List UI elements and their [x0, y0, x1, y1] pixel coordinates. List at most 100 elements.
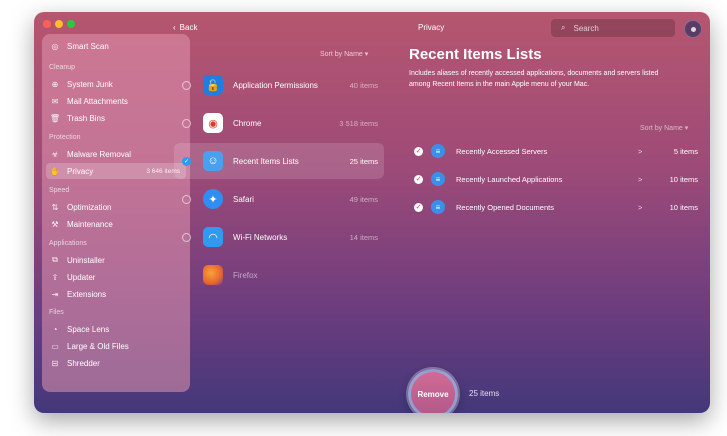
sidebar-item-label: Malware Removal: [67, 149, 132, 159]
search-placeholder: Search: [573, 23, 599, 33]
detail-row-recently-opened-documents[interactable]: ✓ ≡ Recently Opened Documents > 10 items: [414, 199, 698, 215]
sidebar-item-updater[interactable]: ⇪ Updater: [42, 269, 190, 285]
app-count: 25 items: [349, 156, 378, 166]
sidebar-item-trash-bins[interactable]: 🗑 Trash Bins: [42, 110, 190, 126]
sidebar-item-malware-removal[interactable]: ☣ Malware Removal: [42, 146, 190, 162]
list-item-recent-items-lists[interactable]: ✓ ☺ Recent Items Lists 25 items: [174, 143, 384, 179]
sort-by-name-dropdown[interactable]: Sort by Name ▾: [320, 50, 368, 58]
assistant-avatar[interactable]: [684, 20, 702, 38]
search-icon: ⌕: [561, 23, 566, 32]
system-junk-icon: ⊕: [51, 79, 59, 89]
trash-icon: 🗑: [49, 113, 61, 123]
app-count: 40 items: [349, 80, 378, 90]
checkmark-icon[interactable]: ✓: [414, 202, 423, 212]
uninstaller-icon: ⧉: [52, 255, 58, 264]
back-button[interactable]: ‹ Back: [173, 23, 197, 32]
sidebar-item-space-lens[interactable]: ◔ Space Lens: [42, 321, 190, 337]
detail-sort-dropdown[interactable]: Sort by Name ▾: [640, 124, 688, 132]
list-item-safari[interactable]: ✦ Safari 49 items: [174, 181, 384, 217]
detail-row-recently-accessed-servers[interactable]: ✓ ≡ Recently Accessed Servers > 5 items: [414, 143, 698, 159]
app-count: 3 518 items: [339, 118, 378, 128]
sidebar-item-label: Space Lens: [67, 324, 110, 334]
sidebar-item-label: Smart Scan: [67, 41, 109, 51]
sidebar-item-maintenance[interactable]: ⚒ Maintenance: [42, 216, 190, 232]
sidebar-item-optimization[interactable]: ⇅ Optimization: [42, 199, 190, 215]
sidebar-item-uninstaller[interactable]: ⧉ Uninstaller: [42, 252, 190, 268]
sidebar-section-protection: Protection: [49, 134, 81, 141]
sidebar-section-applications: Applications: [49, 240, 87, 247]
shredder-icon: ⊟: [51, 358, 59, 368]
chevron-right-icon[interactable]: >: [638, 147, 658, 156]
sidebar-item-smart-scan[interactable]: ◎ Smart Scan: [42, 38, 190, 54]
sidebar-item-label: Extensions: [67, 289, 107, 299]
sidebar-item-shredder[interactable]: ⊟ Shredder: [42, 355, 190, 371]
sidebar-item-label: Mail Attachments: [67, 96, 128, 106]
list-icon: ≡: [431, 200, 445, 214]
finder-icon: ☺: [203, 151, 223, 171]
wifi-icon: ◠: [203, 227, 223, 247]
sidebar-item-mail-attachments[interactable]: ✉ Mail Attachments: [42, 93, 190, 109]
folder-icon: ▭: [51, 341, 59, 351]
detail-row-recently-launched-applications[interactable]: ✓ ≡ Recently Launched Applications > 10 …: [414, 171, 698, 187]
page-title: Privacy: [418, 23, 445, 32]
app-count: 14 items: [349, 232, 378, 242]
selected-radio-check-icon[interactable]: ✓: [182, 156, 191, 166]
detail-row-count: 5 items: [673, 146, 698, 156]
sidebar-item-label: Privacy: [67, 166, 94, 176]
sidebar-section-speed: Speed: [49, 187, 70, 194]
app-name: Application Permissions: [233, 80, 318, 90]
list-item-wifi-networks[interactable]: ◠ Wi-Fi Networks 14 items: [174, 219, 384, 255]
sidebar-item-large-old-files[interactable]: ▭ Large & Old Files: [42, 338, 190, 354]
select-radio[interactable]: [182, 194, 191, 204]
close-window-button[interactable]: [43, 20, 51, 28]
wrench-icon: ⚒: [51, 219, 59, 229]
select-radio[interactable]: [182, 80, 191, 90]
sidebar-section-cleanup: Cleanup: [49, 64, 76, 71]
app-window: ◎ Smart Scan Cleanup ⊕ System Junk ✉ Mai…: [34, 12, 710, 413]
zoom-window-button[interactable]: [67, 20, 75, 28]
detail-title: Recent Items Lists: [409, 46, 542, 63]
chevron-right-icon[interactable]: >: [638, 175, 658, 184]
sidebar-item-label: Shredder: [67, 358, 100, 368]
sidebar-item-label: Trash Bins: [67, 113, 105, 123]
privacy-hand-icon: ✋: [50, 166, 60, 176]
list-icon: ≡: [431, 144, 445, 158]
sidebar-item-label: System Junk: [67, 79, 113, 89]
app-name: Chrome: [233, 118, 262, 128]
sidebar-item-label: Uninstaller: [67, 255, 105, 265]
avatar-dot-icon: [690, 26, 696, 32]
smart-scan-icon: ◎: [51, 41, 59, 51]
remove-button[interactable]: Remove: [408, 369, 458, 413]
lock-icon: 🔓: [203, 75, 223, 95]
chrome-icon: ◉: [203, 113, 223, 133]
list-item-application-permissions[interactable]: 🔓 Application Permissions 40 items: [174, 67, 384, 103]
sidebar-item-system-junk[interactable]: ⊕ System Junk: [42, 76, 190, 92]
detail-description: Includes aliases of recently accessed ap…: [409, 70, 659, 88]
updater-icon: ⇪: [51, 272, 59, 282]
checkmark-icon[interactable]: ✓: [414, 146, 423, 156]
app-count: 49 items: [349, 194, 378, 204]
app-name: Firefox: [233, 270, 258, 280]
detail-row-count: 10 items: [669, 174, 698, 184]
sidebar-item-privacy[interactable]: ✋ Privacy 3 646 items: [46, 163, 186, 179]
sidebar-item-label: Updater: [67, 272, 96, 282]
app-name: Wi-Fi Networks: [233, 232, 288, 242]
back-label: Back: [179, 23, 198, 32]
list-item-chrome[interactable]: ◉ Chrome 3 518 items: [174, 105, 384, 141]
sidebar-section-files: Files: [49, 309, 64, 316]
select-radio[interactable]: [182, 232, 191, 242]
chevron-left-icon: ‹: [173, 23, 176, 32]
checkmark-icon[interactable]: ✓: [414, 174, 423, 184]
sidebar-item-extensions[interactable]: ⇥ Extensions: [42, 286, 190, 302]
safari-icon: ✦: [203, 189, 223, 209]
search-input[interactable]: ⌕ Search: [551, 19, 675, 37]
app-name: Safari: [233, 194, 254, 204]
detail-row-name: Recently Opened Documents: [456, 202, 554, 212]
minimize-window-button[interactable]: [55, 20, 63, 28]
detail-row-name: Recently Launched Applications: [456, 174, 563, 184]
firefox-icon: [203, 265, 223, 285]
select-radio[interactable]: [182, 118, 191, 128]
list-item-firefox[interactable]: Firefox: [174, 257, 384, 293]
app-name: Recent Items Lists: [233, 156, 299, 166]
chevron-right-icon[interactable]: >: [638, 203, 658, 212]
